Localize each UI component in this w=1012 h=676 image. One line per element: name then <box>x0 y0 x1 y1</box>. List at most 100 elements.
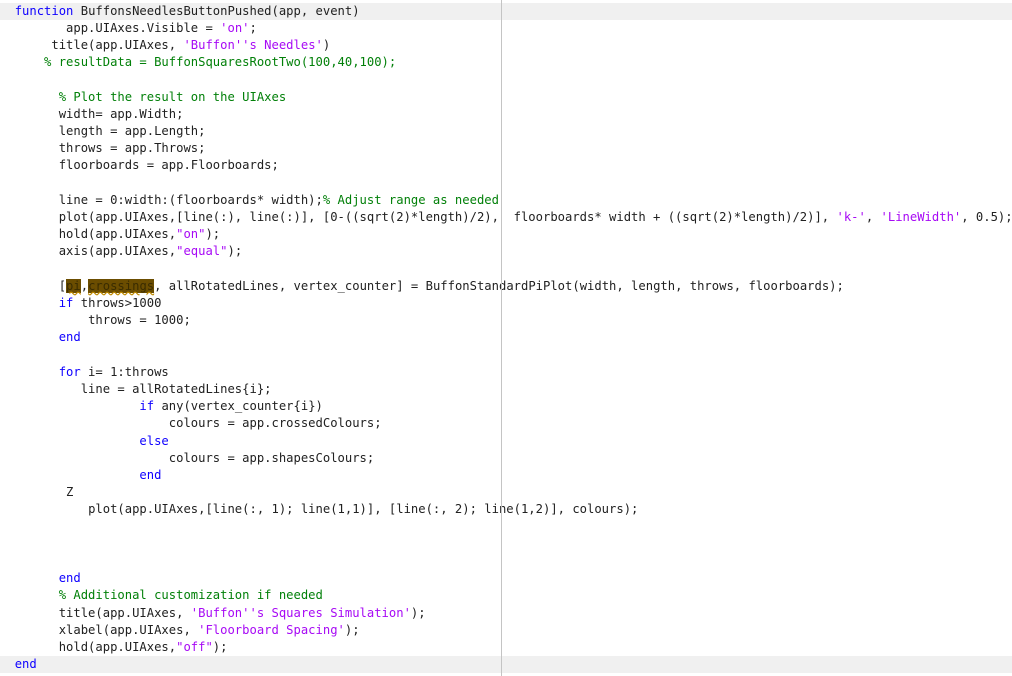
code-line[interactable] <box>0 347 1012 364</box>
string-token: "equal" <box>176 244 228 259</box>
code-line[interactable]: width= app.Width; <box>0 106 1012 123</box>
code-token: , allRotatedLines, vertex_counter] = Buf… <box>154 278 844 293</box>
code-line[interactable] <box>0 71 1012 88</box>
code-line[interactable]: end <box>0 329 1012 346</box>
code-token: throws = 1000; <box>88 313 191 328</box>
code-token: throws>1000 <box>73 295 162 310</box>
code-token: axis(app.UIAxes, <box>58 244 177 259</box>
comment-token: % Adjust range as needed <box>322 192 499 207</box>
code-line[interactable] <box>0 536 1012 553</box>
code-line[interactable]: % Plot the result on the UIAxes <box>0 89 1012 106</box>
code-token: ); <box>212 639 228 654</box>
code-line[interactable] <box>0 175 1012 192</box>
code-token: ); <box>344 622 360 637</box>
code-line[interactable]: end <box>0 467 1012 484</box>
code-token: colours = app.crossedColours; <box>168 416 382 431</box>
string-token: 'Buffon''s Squares Simulation' <box>190 605 411 620</box>
code-line[interactable]: title(app.UIAxes, 'Buffon''s Needles') <box>0 37 1012 54</box>
highlighted-variable: pi <box>66 278 81 293</box>
code-token: , <box>80 278 89 293</box>
keyword-token: for <box>58 364 81 379</box>
code-line[interactable]: colours = app.shapesColours; <box>0 450 1012 467</box>
code-line[interactable]: line = allRotatedLines{i}; <box>0 381 1012 398</box>
string-token: "off" <box>176 639 213 654</box>
code-line[interactable]: end <box>0 570 1012 587</box>
code-line[interactable]: line = 0:width:(floorboards* width);% Ad… <box>0 192 1012 209</box>
code-token: any(vertex_counter{i}) <box>154 399 323 414</box>
code-line[interactable] <box>0 519 1012 536</box>
keyword-token: if <box>58 295 74 310</box>
code-line[interactable] <box>0 553 1012 570</box>
code-line[interactable]: title(app.UIAxes, 'Buffon''s Squares Sim… <box>0 605 1012 622</box>
code-token: Z <box>66 485 74 500</box>
code-token: ) <box>322 37 331 52</box>
code-line[interactable]: hold(app.UIAxes,"on"); <box>0 226 1012 243</box>
code-token: i= 1:throws <box>80 364 169 379</box>
highlighted-variable: crossings <box>88 278 155 293</box>
code-token: xlabel(app.UIAxes, <box>58 622 199 637</box>
code-line[interactable]: hold(app.UIAxes,"off"); <box>0 639 1012 656</box>
string-token: 'on' <box>220 20 250 35</box>
code-line[interactable]: Z <box>0 484 1012 501</box>
code-token: BuffonsNeedlesButtonPushed(app, event) <box>73 3 360 18</box>
code-line[interactable]: if any(vertex_counter{i}) <box>0 398 1012 415</box>
code-token: title(app.UIAxes, <box>51 37 184 52</box>
code-token: floorboards = app.Floorboards; <box>58 158 279 173</box>
code-line[interactable]: % resultData = BuffonSquaresRootTwo(100,… <box>0 54 1012 71</box>
code-token: length = app.Length; <box>58 123 206 138</box>
code-line[interactable]: floorboards = app.Floorboards; <box>0 157 1012 174</box>
code-line[interactable]: [pi,crossings, allRotatedLines, vertex_c… <box>0 278 1012 295</box>
keyword-token: end <box>58 330 81 345</box>
code-line[interactable]: % Additional customization if needed <box>0 587 1012 604</box>
code-line[interactable]: if throws>1000 <box>0 295 1012 312</box>
code-line[interactable]: colours = app.crossedColours; <box>0 415 1012 432</box>
code-line[interactable]: xlabel(app.UIAxes, 'Floorboard Spacing')… <box>0 622 1012 639</box>
comment-token: % Additional customization if needed <box>58 588 323 603</box>
code-line[interactable]: plot(app.UIAxes,[line(:), line(:)], [0-(… <box>0 209 1012 226</box>
code-line[interactable] <box>0 261 1012 278</box>
code-token: ); <box>227 244 243 259</box>
keyword-token: end <box>139 467 162 482</box>
code-line[interactable]: function BuffonsNeedlesButtonPushed(app,… <box>0 2 1012 20</box>
code-token: ; <box>249 20 257 35</box>
code-line[interactable]: else <box>0 433 1012 450</box>
code-token: [ <box>58 278 67 293</box>
string-token: 'k-' <box>836 209 866 224</box>
code-line[interactable]: app.UIAxes.Visible = 'on'; <box>0 20 1012 37</box>
code-token: ); <box>410 605 426 620</box>
code-line[interactable]: throws = app.Throws; <box>0 140 1012 157</box>
keyword-token: end <box>58 571 81 586</box>
code-token: , 0.5); <box>961 209 1012 224</box>
code-token: line = allRotatedLines{i}; <box>80 381 272 396</box>
code-line[interactable]: plot(app.UIAxes,[line(:, 1); line(1,1)],… <box>0 501 1012 518</box>
code-line[interactable]: for i= 1:throws <box>0 364 1012 381</box>
code-token: title(app.UIAxes, <box>58 605 191 620</box>
code-line[interactable]: throws = 1000; <box>0 312 1012 329</box>
code-line[interactable]: axis(app.UIAxes,"equal"); <box>0 243 1012 260</box>
code-editor[interactable]: function BuffonsNeedlesButtonPushed(app,… <box>0 0 1012 676</box>
code-token: hold(app.UIAxes, <box>58 639 177 654</box>
code-line[interactable]: length = app.Length; <box>0 123 1012 140</box>
code-line[interactable]: end <box>0 656 1012 674</box>
